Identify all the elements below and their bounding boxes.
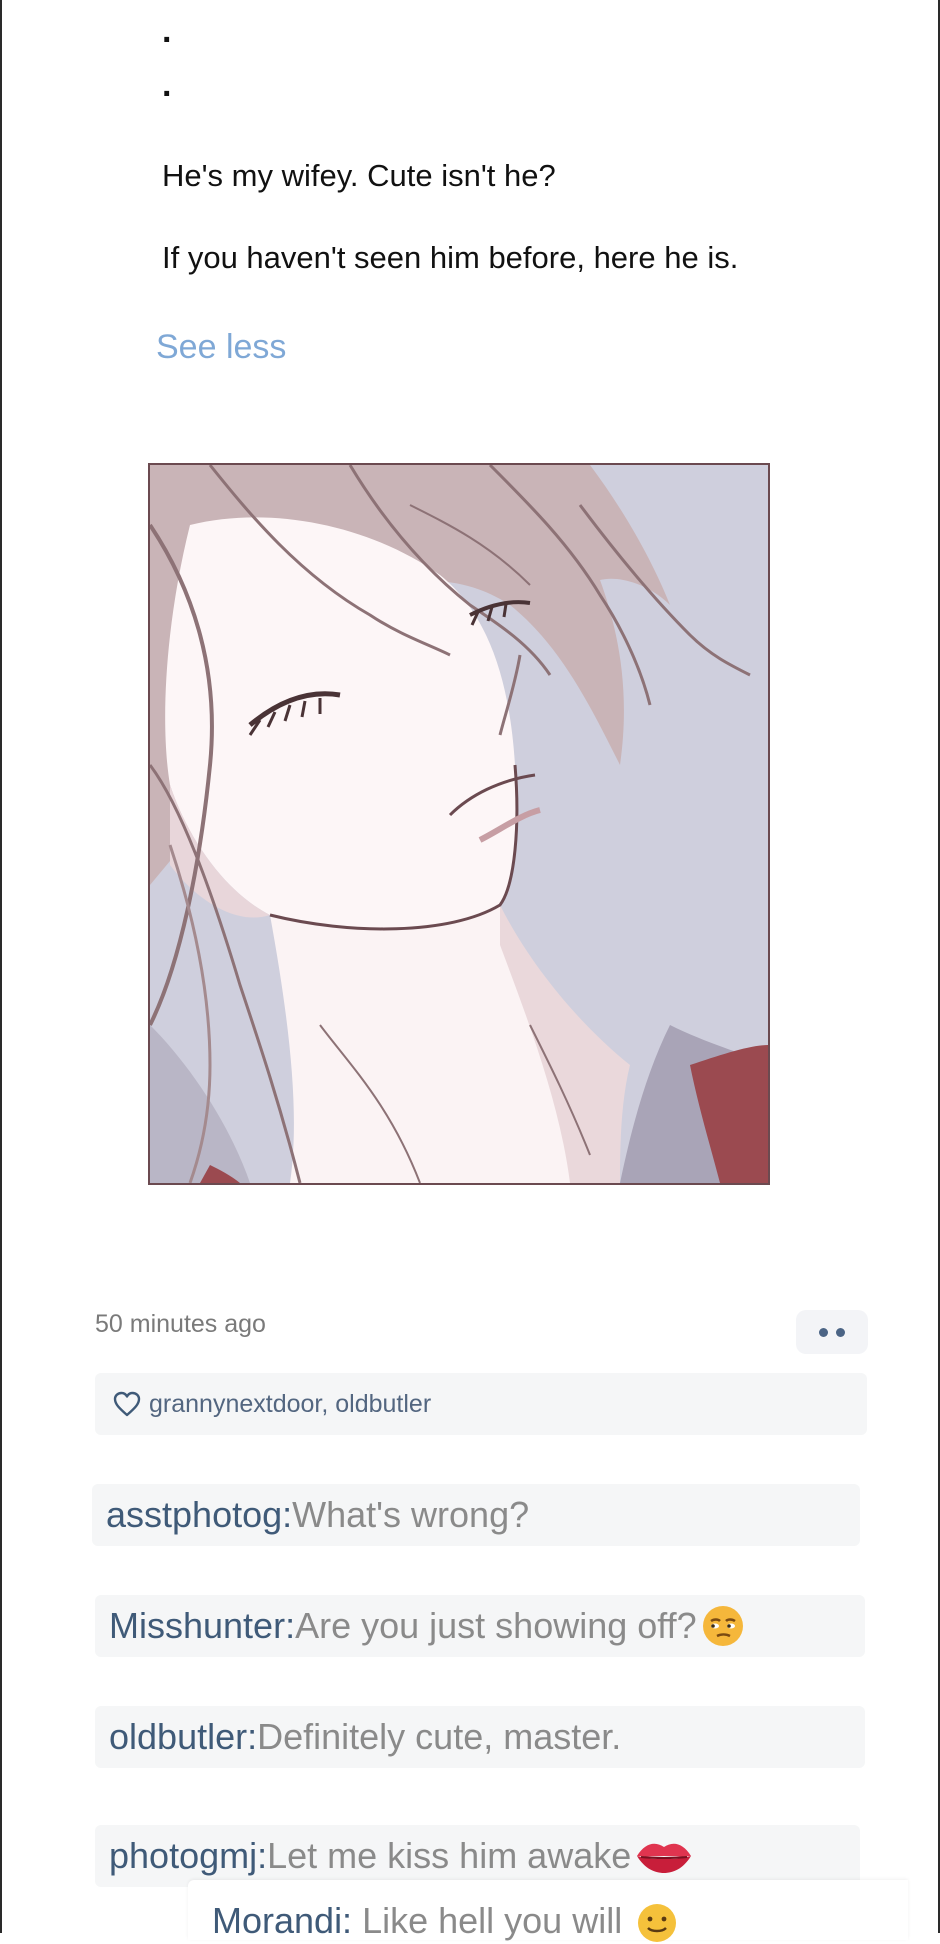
post-line: If you haven't seen him before, here he … [162,240,739,275]
likes-bar[interactable]: grannynextdoor, oldbutler [95,1373,867,1435]
floating-comment-card[interactable]: Morandi: Like hell you will [188,1880,908,1943]
comment-author[interactable]: photogmj: [109,1835,267,1877]
comment-text: Let me kiss him awake [267,1835,632,1876]
comment-author[interactable]: Morandi: [212,1900,352,1941]
post-line: He's my wifey. Cute isn't he? [162,158,556,193]
post-timestamp: 50 minutes ago [95,1310,266,1338]
comment-author[interactable]: Misshunter: [109,1605,295,1647]
comment-author[interactable]: oldbutler: [109,1716,257,1758]
slightly-smiling-face-emoji [636,1902,678,1944]
frame-border-left [0,0,2,1933]
comment-item[interactable]: oldbutler: Definitely cute, master. [95,1706,865,1768]
comment-text: What's wrong? [292,1494,530,1535]
heart-outline-icon[interactable] [113,1390,141,1418]
unamused-face-emoji [701,1604,745,1648]
liked-by-names[interactable]: grannynextdoor, oldbutler [149,1390,431,1419]
comment-author[interactable]: asstphotog: [106,1494,292,1536]
post-dot: . [162,66,172,104]
comment-text: Like hell you will [352,1900,623,1941]
comment-item[interactable]: photogmj: Let me kiss him awake [95,1825,860,1887]
post-dot: . [162,12,172,50]
post-image[interactable] [148,463,770,1185]
more-options-button[interactable] [796,1310,868,1354]
see-less-link[interactable]: See less [156,328,286,367]
anime-portrait-illustration [150,465,768,1183]
comment-item[interactable]: asstphotog: What's wrong? [92,1484,860,1546]
comment-text: Definitely cute, master. [257,1716,622,1757]
comment-text: Are you just showing off? [295,1605,697,1646]
comment-item[interactable]: Misshunter: Are you just showing off? [95,1595,865,1657]
lips-emoji [635,1837,693,1875]
more-dots-icon [819,1327,845,1337]
